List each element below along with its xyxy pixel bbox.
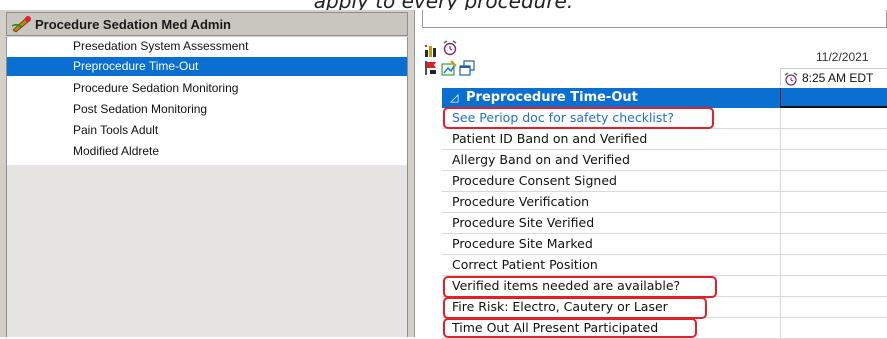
section-item-pain-tools-adult[interactable]: Pain Tools Adult <box>7 121 407 140</box>
row-value-cell[interactable] <box>780 108 887 129</box>
row-label: Procedure Consent Signed <box>452 173 617 188</box>
caption-text: apply to every procedure. <box>0 0 887 10</box>
collapse-triangle-icon[interactable]: ◿ <box>450 91 458 104</box>
flowsheet-row[interactable]: Procedure Site Verified <box>442 213 887 234</box>
flowsheet-row[interactable]: Procedure Verification <box>442 192 887 213</box>
row-label: Correct Patient Position <box>452 257 598 272</box>
band-navigator-panel: Procedure Sedation Med Admin Presedation… <box>0 10 415 337</box>
row-value-cell[interactable] <box>780 150 887 171</box>
search-box[interactable] <box>422 10 887 28</box>
row-value-cell[interactable] <box>780 318 887 339</box>
alarm-clock-icon[interactable] <box>442 40 458 56</box>
section-item-post-sedation-monitoring[interactable]: Post Sedation Monitoring <box>7 100 407 119</box>
flowsheet-row[interactable]: Allergy Band on and Verified <box>442 150 887 171</box>
column-date: 11/2/2021 <box>816 50 869 64</box>
annotation-highlight <box>443 297 707 319</box>
clock-icon <box>784 71 798 86</box>
result-column-header[interactable]: 11/2/2021 8:25 AM EDT <box>780 48 887 88</box>
edit-chart-icon[interactable] <box>441 60 457 76</box>
flowsheet-row[interactable]: Correct Patient Position <box>442 255 887 276</box>
section-header-title: Preprocedure Time-Out <box>466 90 638 105</box>
flowsheet-toolbar <box>422 40 482 88</box>
section-item-preprocedure-time-out[interactable]: Preprocedure Time-Out <box>7 57 407 76</box>
flowsheet-row[interactable]: Procedure Consent Signed <box>442 171 887 192</box>
band-header[interactable]: Procedure Sedation Med Admin <box>6 12 408 36</box>
row-value-cell[interactable] <box>780 171 887 192</box>
caption-strip: apply to every procedure. <box>0 0 887 10</box>
section-header-cell[interactable] <box>780 88 887 108</box>
band-title: Procedure Sedation Med Admin <box>35 16 231 32</box>
row-value-cell[interactable] <box>780 234 887 255</box>
annotation-highlight <box>443 276 717 298</box>
flowsheet-row[interactable]: Patient ID Band on and Verified <box>442 129 887 150</box>
flowsheet-grid: See Periop doc for safety checklist? Pat… <box>442 107 887 339</box>
section-item-modified-aldrete[interactable]: Modified Aldrete <box>7 142 407 161</box>
row-value-cell[interactable] <box>780 276 887 297</box>
row-label: Procedure Site Verified <box>452 215 595 230</box>
column-time: 8:25 AM EDT <box>802 70 874 85</box>
section-header-row[interactable]: ◿ Preprocedure Time-Out <box>442 88 887 108</box>
flowsheet-panel: 11/2/2021 8:25 AM EDT ◿ Preprocedure Tim… <box>416 10 887 339</box>
procedure-sedation-icon <box>11 15 33 33</box>
row-value-cell[interactable] <box>780 297 887 318</box>
row-value-cell[interactable] <box>780 192 887 213</box>
flag-icon[interactable] <box>424 60 440 76</box>
column-time-row: 8:25 AM EDT <box>780 68 887 86</box>
row-label: Procedure Verification <box>452 194 590 209</box>
row-label: Procedure Site Marked <box>452 236 593 251</box>
row-label: Patient ID Band on and Verified <box>452 131 648 146</box>
section-item-procedure-sedation-monitoring[interactable]: Procedure Sedation Monitoring <box>7 79 407 98</box>
row-value-cell[interactable] <box>780 213 887 234</box>
copy-window-icon[interactable] <box>459 60 475 76</box>
section-list: Presedation System Assessment Preprocedu… <box>6 37 408 337</box>
section-item-presedation-system-assessment[interactable]: Presedation System Assessment <box>7 37 407 56</box>
row-value-cell[interactable] <box>780 129 887 150</box>
bar-chart-icon[interactable] <box>424 42 440 58</box>
annotation-highlight <box>443 107 714 129</box>
row-value-cell[interactable] <box>780 255 887 276</box>
flowsheet-row[interactable]: Procedure Site Marked <box>442 234 887 255</box>
annotation-highlight <box>443 318 697 338</box>
row-label: Allergy Band on and Verified <box>452 152 630 167</box>
